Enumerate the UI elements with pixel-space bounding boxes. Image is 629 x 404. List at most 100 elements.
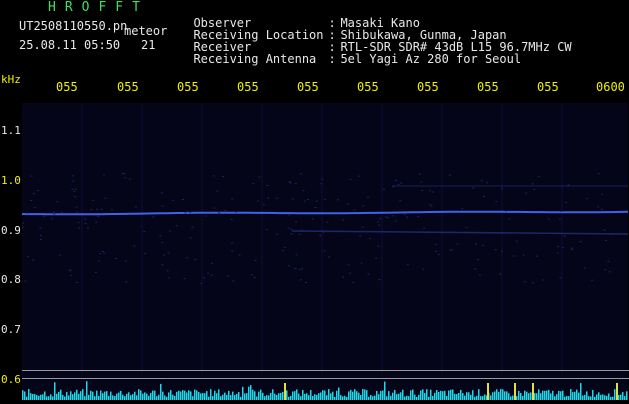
y-tick-label: 0.8: [1, 273, 21, 286]
noise-speck: [124, 177, 127, 179]
level-bar: [322, 390, 324, 400]
level-bar: [250, 385, 252, 400]
noise-speck: [238, 254, 241, 256]
x-tick-label: 055: [477, 80, 499, 94]
noise-speck: [159, 235, 162, 237]
noise-speck: [307, 199, 310, 200]
noise-speck: [533, 189, 535, 190]
noise-speck: [84, 222, 87, 224]
noise-speck: [314, 207, 317, 208]
level-bar: [92, 391, 94, 400]
level-bar: [600, 394, 602, 400]
level-bar: [94, 396, 96, 400]
level-bar: [156, 396, 158, 400]
noise-speck: [258, 176, 261, 178]
noise-speck: [298, 269, 301, 270]
level-bar: [66, 391, 68, 400]
level-bar: [590, 396, 592, 400]
noise-speck: [100, 208, 103, 210]
level-bar: [516, 396, 518, 400]
level-bar: [484, 394, 486, 400]
level-bar: [300, 396, 302, 400]
level-bar: [526, 391, 528, 400]
x-tick-label: 055: [417, 80, 439, 94]
noise-speck: [607, 260, 610, 262]
noise-speck: [212, 175, 215, 177]
noise-speck: [342, 276, 344, 278]
noise-speck: [75, 206, 78, 208]
level-bar: [568, 396, 570, 400]
level-peak: [616, 383, 618, 400]
level-bar: [574, 391, 576, 400]
level-bar: [148, 395, 150, 400]
level-bar: [520, 393, 522, 400]
level-bar: [402, 389, 404, 400]
noise-speck: [305, 282, 307, 283]
noise-speck: [204, 215, 207, 217]
noise-speck: [321, 178, 324, 180]
level-bar: [132, 394, 134, 400]
level-bar: [70, 391, 72, 400]
level-bar: [510, 396, 512, 400]
noise-speck: [324, 198, 327, 200]
x-tick-label: 055: [357, 80, 379, 94]
noise-speck: [161, 264, 164, 266]
level-bar: [386, 396, 388, 400]
noise-speck: [224, 209, 227, 211]
level-bar: [354, 389, 356, 400]
noise-speck: [579, 241, 582, 243]
noise-speck: [43, 215, 46, 217]
level-bar: [252, 389, 254, 400]
level-bar: [552, 390, 554, 400]
level-bar: [220, 396, 222, 400]
x-tick-label: 055: [297, 80, 319, 94]
noise-speck: [295, 221, 298, 223]
noise-speck: [235, 211, 238, 213]
noise-speck: [152, 216, 155, 218]
noise-speck: [167, 277, 170, 279]
noise-speck: [39, 227, 42, 229]
noise-speck: [74, 196, 77, 198]
level-bar: [422, 389, 424, 400]
noise-speck: [36, 190, 39, 191]
noise-speck: [184, 212, 187, 214]
noise-speck: [358, 175, 361, 177]
noise-speck: [30, 175, 33, 177]
noise-speck: [387, 217, 390, 219]
noise-speck: [32, 259, 35, 261]
noise-speck: [60, 212, 63, 214]
noise-speck: [522, 254, 525, 256]
level-bar: [224, 392, 226, 400]
noise-speck: [294, 268, 297, 269]
noise-speck: [542, 279, 545, 281]
level-bar: [256, 396, 258, 400]
noise-speck: [290, 228, 293, 230]
level-bar: [222, 394, 224, 400]
noise-speck: [74, 188, 77, 190]
noise-speck: [432, 191, 435, 193]
noise-speck: [86, 227, 89, 229]
noise-speck: [547, 218, 550, 220]
level-bar: [598, 392, 600, 400]
noise-speck: [537, 176, 540, 178]
level-bar: [388, 391, 390, 400]
noise-speck: [262, 204, 265, 206]
level-bar: [178, 390, 180, 400]
noise-speck: [385, 216, 388, 218]
noise-speck: [571, 247, 574, 249]
level-bar: [310, 390, 312, 400]
level-bar: [506, 391, 508, 400]
noise-speck: [58, 254, 61, 256]
noise-speck: [95, 221, 98, 223]
noise-speck: [78, 227, 81, 229]
noise-speck: [360, 262, 363, 264]
info-key: Receiving Antenna: [193, 52, 317, 66]
level-bar: [202, 393, 204, 400]
noise-speck: [319, 183, 322, 185]
noise-speck: [267, 197, 270, 199]
level-bar: [146, 393, 148, 400]
level-bar: [246, 393, 248, 400]
level-bar: [480, 396, 482, 400]
level-bar: [104, 391, 106, 400]
noise-speck: [163, 254, 166, 256]
